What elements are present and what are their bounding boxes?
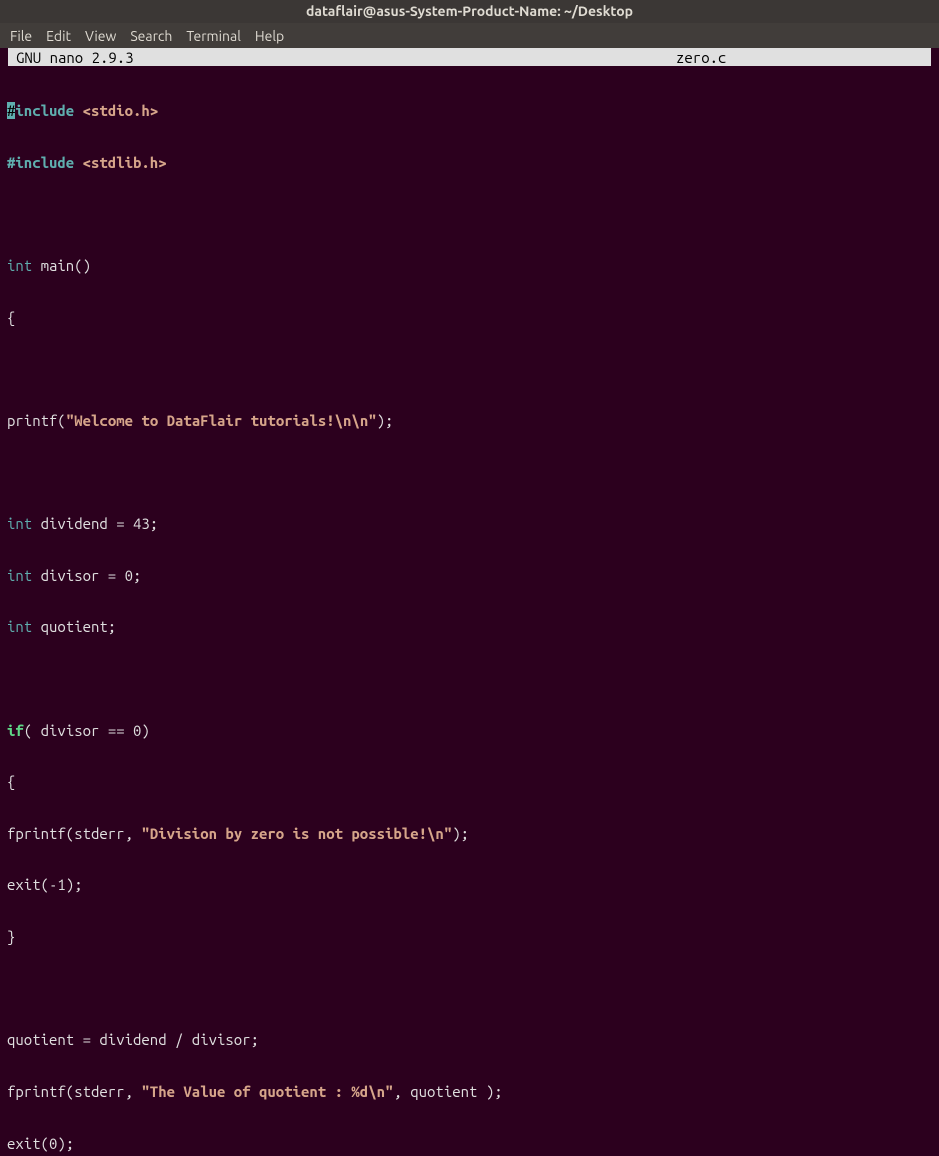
code-line: fprintf(stderr, "Division by zero is not… xyxy=(7,825,932,842)
menu-bar: File Edit View Search Terminal Help xyxy=(0,23,939,48)
token-type: int xyxy=(7,515,32,532)
code-line: printf("Welcome to DataFlair tutorials!\… xyxy=(7,412,932,429)
nano-version: GNU nano 2.9.3 xyxy=(16,49,676,66)
token-plain: exit(-1); xyxy=(7,876,83,893)
nano-filename: zero.c xyxy=(676,49,931,66)
token-plain: main() xyxy=(32,257,91,274)
token-plain: quotient; xyxy=(32,618,116,635)
token-keyword: #include xyxy=(7,154,74,171)
window-title: dataflair@asus-System-Product-Name: ~/De… xyxy=(0,0,939,23)
token-type: int xyxy=(7,618,32,635)
token-plain: ( divisor == 0) xyxy=(24,722,150,739)
menu-search[interactable]: Search xyxy=(130,28,172,44)
code-line-blank xyxy=(7,670,932,687)
code-line-blank xyxy=(7,206,932,223)
code-line: { xyxy=(7,773,932,790)
code-line: int quotient; xyxy=(7,618,932,635)
token-plain: dividend = 43; xyxy=(32,515,158,532)
code-line-blank xyxy=(7,360,932,377)
token-header: <stdlib.h> xyxy=(74,154,166,171)
code-line: if( divisor == 0) xyxy=(7,722,932,739)
code-line: int dividend = 43; xyxy=(7,515,932,532)
menu-terminal[interactable]: Terminal xyxy=(186,28,241,44)
code-line: #include <stdio.h> xyxy=(7,102,932,119)
token-plain: ); xyxy=(377,412,394,429)
token-keyword: if xyxy=(7,722,24,739)
token-plain: } xyxy=(7,928,15,945)
token-string: "Division by zero is not possible!\n" xyxy=(141,825,452,842)
menu-file[interactable]: File xyxy=(10,28,32,44)
token-plain: divisor = 0; xyxy=(32,567,141,584)
code-line: int divisor = 0; xyxy=(7,567,932,584)
token-plain: { xyxy=(7,773,15,790)
token-string: "The Value of quotient : %d\n" xyxy=(141,1083,393,1100)
token-type: int xyxy=(7,257,32,274)
code-line-blank xyxy=(7,980,932,997)
token-plain: fprintf(stderr, xyxy=(7,1083,141,1100)
code-line: { xyxy=(7,309,932,326)
code-line: #include <stdlib.h> xyxy=(7,154,932,171)
code-line: exit(0); xyxy=(7,1135,932,1152)
token-plain: exit(0); xyxy=(7,1135,74,1152)
token-plain: quotient = dividend / divisor; xyxy=(7,1031,259,1048)
code-line: int main() xyxy=(7,257,932,274)
token-plain: ); xyxy=(452,825,469,842)
token-plain: , quotient ); xyxy=(393,1083,502,1100)
token-plain: { xyxy=(7,309,15,326)
token-plain: printf( xyxy=(7,412,66,429)
code-line: quotient = dividend / divisor; xyxy=(7,1031,932,1048)
token-header: <stdio.h> xyxy=(74,102,158,119)
menu-edit[interactable]: Edit xyxy=(46,28,71,44)
code-line: exit(-1); xyxy=(7,876,932,893)
menu-view[interactable]: View xyxy=(85,28,116,44)
editor-area[interactable]: #include <stdio.h> #include <stdlib.h> i… xyxy=(0,66,939,1156)
token-string: "Welcome to DataFlair tutorials!\n\n" xyxy=(66,412,377,429)
token-plain: fprintf(stderr, xyxy=(7,825,141,842)
code-line-blank xyxy=(7,464,932,481)
token-type: int xyxy=(7,567,32,584)
code-line: fprintf(stderr, "The Value of quotient :… xyxy=(7,1083,932,1100)
token-keyword: include xyxy=(15,102,74,119)
code-line: } xyxy=(7,928,932,945)
menu-help[interactable]: Help xyxy=(255,28,284,44)
nano-header: GNU nano 2.9.3 zero.c xyxy=(8,48,931,66)
